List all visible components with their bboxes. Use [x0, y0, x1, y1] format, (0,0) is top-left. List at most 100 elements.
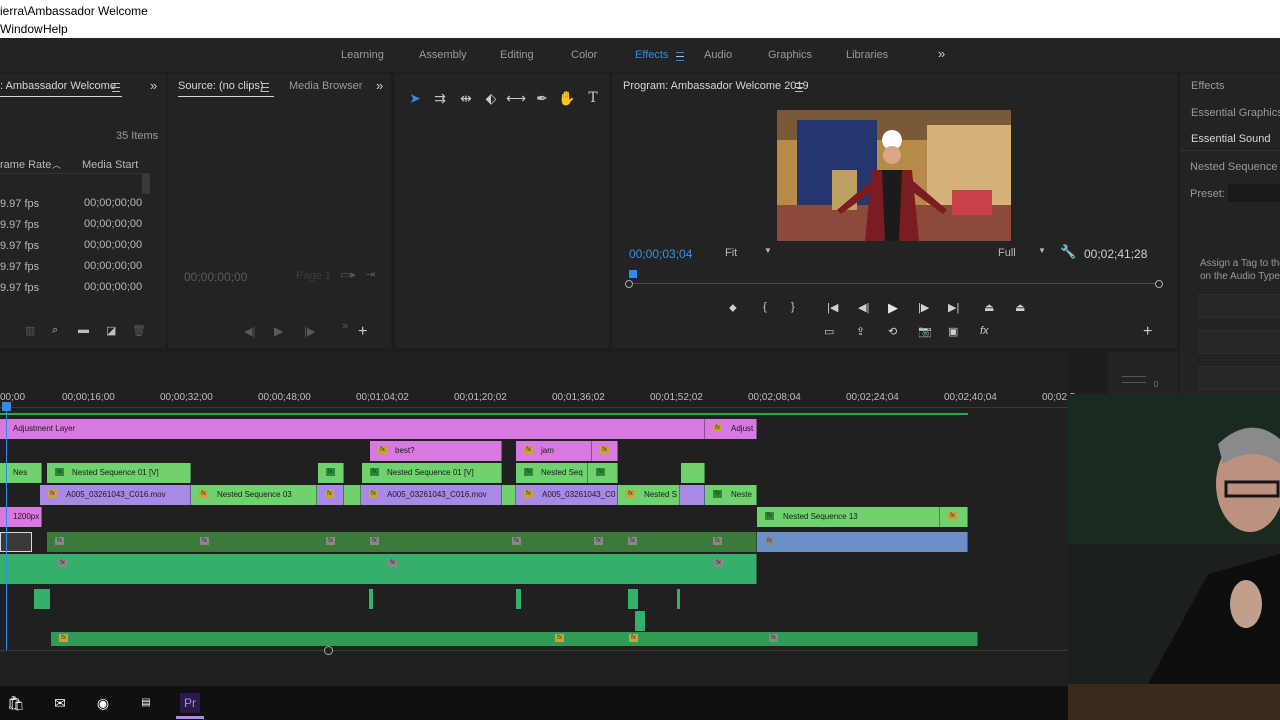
workspace-menu-icon[interactable]: [676, 52, 684, 61]
menu-window[interactable]: Window: [0, 22, 43, 36]
audio-type-button[interactable]: [1198, 294, 1280, 318]
playhead-marker[interactable]: [629, 270, 637, 278]
workspace-color[interactable]: Color: [571, 49, 597, 61]
audio-clip[interactable]: fx: [757, 532, 968, 552]
audio-clip[interactable]: [628, 589, 638, 609]
step-forward-icon[interactable]: |▶: [918, 301, 929, 314]
zoom-select[interactable]: Fit: [725, 247, 737, 259]
timeline-clip[interactable]: fx: [317, 485, 344, 505]
timeline-clip[interactable]: fx jam: [516, 441, 592, 461]
hand-tool-icon[interactable]: ✋: [557, 90, 577, 107]
timeline-clip[interactable]: fx: [940, 507, 968, 527]
timeline-clip[interactable]: [681, 463, 705, 483]
add-button-icon[interactable]: +: [358, 323, 367, 341]
playhead-timecode[interactable]: 00;00;03;04: [629, 247, 692, 261]
source-tab[interactable]: Source: (no clips): [178, 80, 264, 92]
chrome-icon[interactable]: ◉: [93, 693, 113, 713]
slip-tool-icon[interactable]: ⟷: [506, 90, 526, 107]
timeline-clip[interactable]: [344, 485, 361, 505]
type-tool-icon[interactable]: T: [583, 90, 603, 106]
workspace-effects[interactable]: Effects: [635, 49, 668, 61]
audio-clip[interactable]: [516, 589, 521, 609]
audio-clip[interactable]: fx fx fx: [0, 554, 757, 584]
step-back-icon[interactable]: ◀|: [858, 301, 869, 314]
timeline-playhead[interactable]: [6, 402, 7, 650]
workspace-learning[interactable]: Learning: [341, 49, 384, 61]
timeline-clip[interactable]: fx best?: [370, 441, 502, 461]
tab-essential-graphics[interactable]: Essential Graphics: [1191, 107, 1280, 119]
preset-select[interactable]: [1228, 184, 1280, 202]
step-back-icon[interactable]: ◀|: [244, 325, 255, 338]
scrub-bar[interactable]: [629, 283, 1160, 284]
wrench-icon[interactable]: 🔧: [1060, 244, 1076, 260]
expand-panels-icon[interactable]: »: [376, 78, 383, 93]
audio-clip[interactable]: [635, 611, 645, 631]
next-page-icon[interactable]: ⇥: [366, 268, 375, 281]
timeline-clip[interactable]: fx A005_03261043_C016.mov: [361, 485, 502, 505]
chevron-down-icon[interactable]: ▼: [764, 246, 772, 255]
audio-type-button[interactable]: [1198, 330, 1280, 354]
mark-in-icon[interactable]: {: [763, 301, 767, 313]
timeline-clip[interactable]: fx Nested S: [618, 485, 680, 505]
timeline-clip[interactable]: [680, 485, 705, 505]
chevron-down-icon[interactable]: ▼: [1038, 246, 1046, 255]
add-button-icon[interactable]: +: [1143, 323, 1152, 341]
compare-view-icon[interactable]: ▭: [824, 325, 834, 338]
timeline-clip[interactable]: fx A005_03261043_C0: [516, 485, 618, 505]
ripple-edit-tool-icon[interactable]: ⇹: [456, 90, 476, 107]
out-handle[interactable]: [1155, 280, 1163, 288]
search-icon[interactable]: ⌕: [52, 324, 58, 337]
more-workspaces-icon[interactable]: »: [938, 46, 945, 61]
app-icon[interactable]: ▤: [136, 693, 156, 713]
fx-icon[interactable]: fx: [980, 325, 989, 337]
insert-icon[interactable]: ⇪: [856, 325, 865, 338]
resolution-select[interactable]: Full: [998, 247, 1016, 259]
overwrite-icon[interactable]: ⟲: [888, 325, 897, 338]
menu-help[interactable]: Help: [43, 22, 68, 36]
go-to-out-icon[interactable]: ▶|: [948, 301, 959, 314]
audio-clip[interactable]: fx fx fx fx fx fx fx fx: [47, 532, 757, 552]
sort-ascending-icon[interactable]: ︿: [52, 158, 61, 171]
playhead-handle[interactable]: [2, 402, 11, 411]
marker-icon[interactable]: ⬥: [729, 302, 737, 315]
panel-menu-icon[interactable]: [112, 83, 120, 92]
timeline-clip[interactable]: fx Neste: [705, 485, 757, 505]
selected-audio-clip[interactable]: [0, 532, 32, 552]
timeline-clip[interactable]: fx Nested Sequence 01 [V]: [47, 463, 191, 483]
program-video-frame[interactable]: [777, 110, 1011, 241]
play-icon[interactable]: ▶: [888, 300, 898, 316]
tab-effects[interactable]: Effects: [1191, 80, 1224, 92]
zoom-handle[interactable]: [324, 646, 333, 655]
track-select-tool-icon[interactable]: ⇉: [430, 90, 450, 107]
mail-icon[interactable]: ✉: [50, 693, 70, 713]
timeline-clip[interactable]: fx: [592, 441, 618, 461]
mark-out-icon[interactable]: }: [791, 301, 795, 313]
audio-clip[interactable]: [369, 589, 373, 609]
workspace-audio[interactable]: Audio: [704, 49, 732, 61]
tab-essential-sound[interactable]: Essential Sound: [1191, 133, 1271, 145]
export-frame-icon[interactable]: 📷: [918, 325, 932, 338]
timeline-clip[interactable]: fx Nested Seq: [516, 463, 588, 483]
audio-clip[interactable]: [34, 589, 50, 609]
store-icon[interactable]: 🛍: [6, 693, 26, 713]
project-tab[interactable]: : Ambassador Welcome: [0, 80, 116, 92]
timeline-clip[interactable]: fx Nested Sequence 03: [191, 485, 317, 505]
program-tab[interactable]: Program: Ambassador Welcome 2019: [623, 80, 809, 92]
premiere-pro-icon[interactable]: Pr: [180, 693, 200, 713]
pen-tool-icon[interactable]: ✒: [532, 90, 552, 107]
panel-menu-icon[interactable]: [795, 83, 803, 92]
timeline-clip[interactable]: fx Adjust: [705, 419, 757, 439]
audio-type-button[interactable]: [1198, 366, 1280, 390]
in-handle[interactable]: [625, 280, 633, 288]
timeline-clip[interactable]: fx A005_03261043_C016.mov: [40, 485, 191, 505]
media-browser-tab[interactable]: Media Browser: [289, 80, 362, 92]
workspace-graphics[interactable]: Graphics: [768, 49, 812, 61]
freeform-view-icon[interactable]: ▥: [25, 324, 35, 337]
extract-icon[interactable]: ⏏: [1015, 301, 1025, 314]
lift-icon[interactable]: ⏏: [984, 301, 994, 314]
vr-icon[interactable]: ▣: [948, 325, 958, 338]
step-forward-icon[interactable]: |▶: [304, 325, 315, 338]
page-dropdown-icon[interactable]: ▭▸: [340, 268, 356, 281]
workspace-editing[interactable]: Editing: [500, 49, 534, 61]
panel-menu-icon[interactable]: [261, 83, 269, 92]
